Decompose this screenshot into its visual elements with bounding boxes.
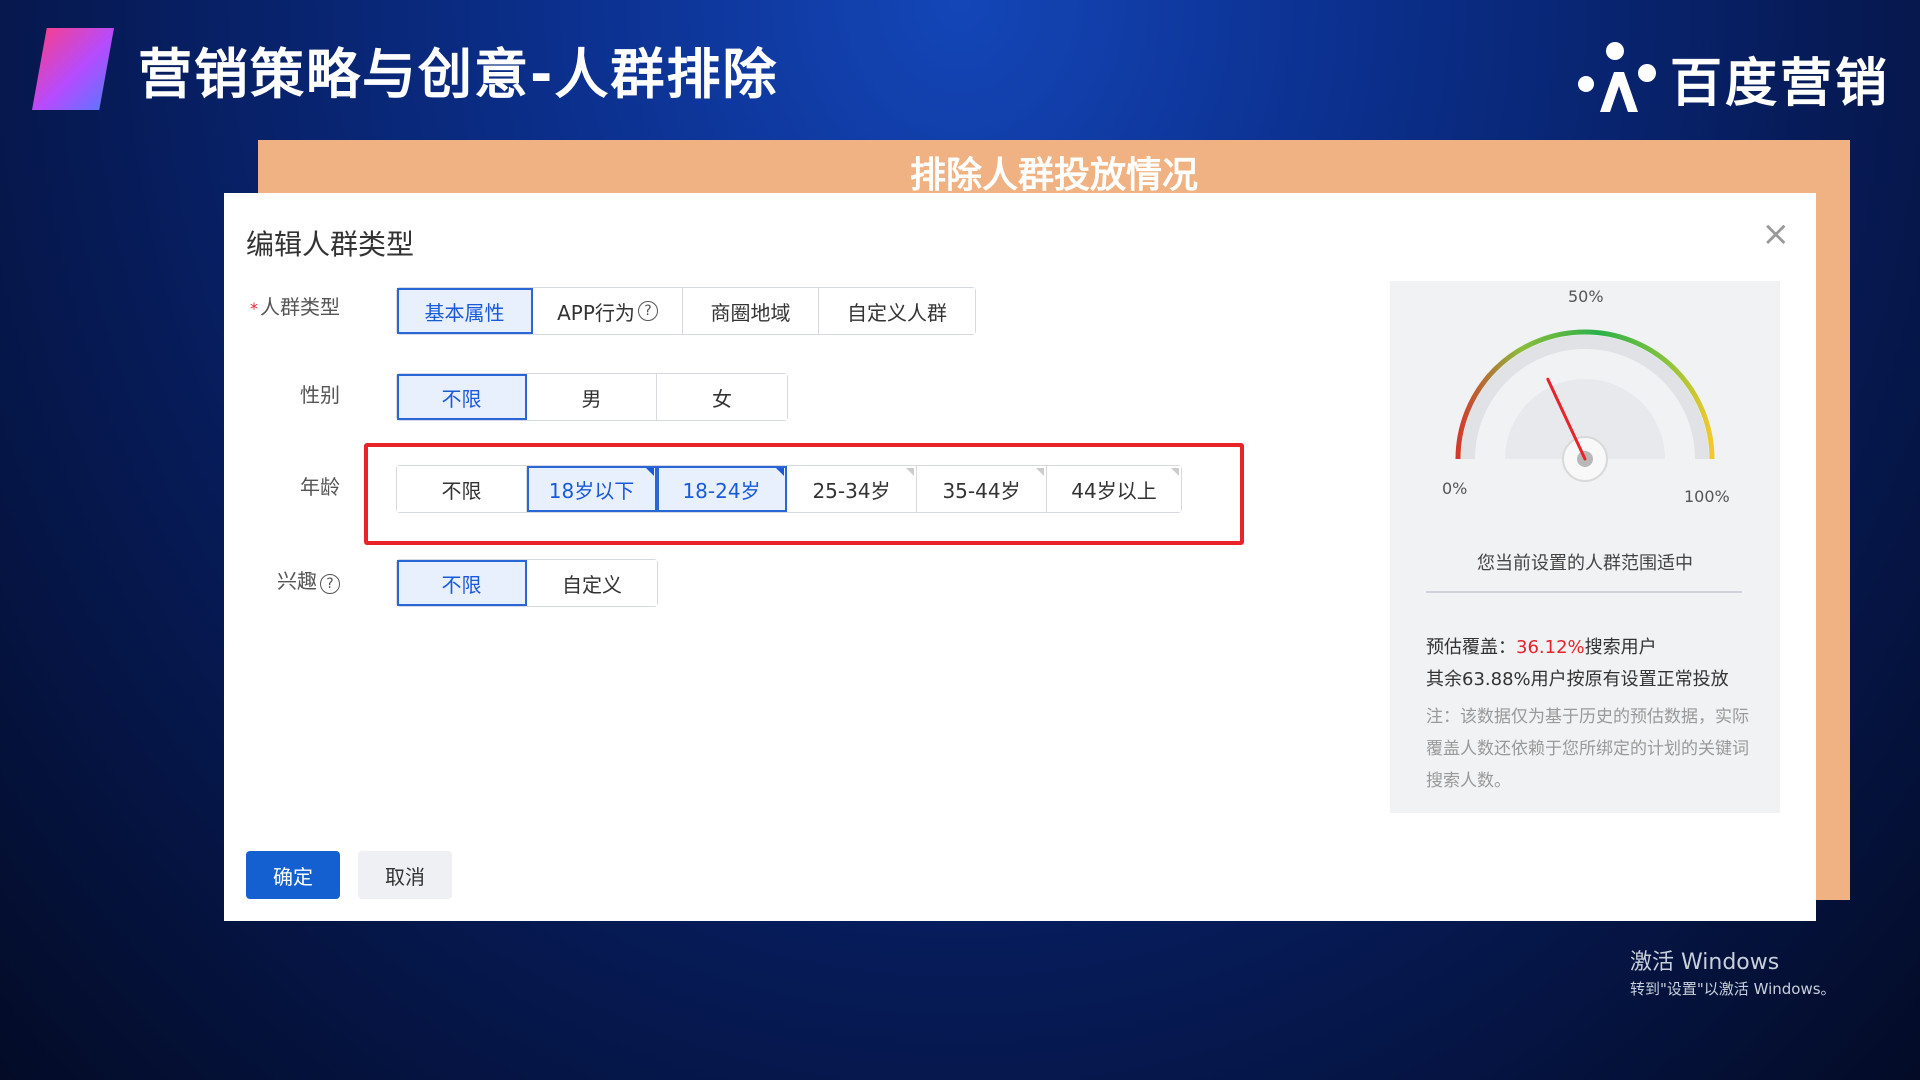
interest-label: 兴趣? — [230, 565, 340, 594]
corner-icon — [1036, 468, 1044, 476]
crowd-type-label: * 人群类型 — [250, 295, 340, 319]
corner-icon — [1171, 468, 1179, 476]
brand-logo: 百度营销 — [1576, 38, 1890, 118]
coverage-gauge: 50% 0% 100% — [1390, 281, 1780, 511]
gender-option-male[interactable]: 男 — [527, 374, 657, 420]
coverage-note: 注：该数据仅为基于历史的预估数据，实际覆盖人数还依赖于您所绑定的计划的关键词搜索… — [1426, 707, 1749, 791]
age-option-25-34[interactable]: 25-34岁 — [787, 466, 917, 512]
close-icon[interactable]: × — [1762, 217, 1791, 251]
coverage-panel: 50% 0% 100% 您当前设置的人群范围适中 预估覆盖：36.12%搜索用户… — [1390, 281, 1780, 813]
gender-segment: 不限 男 女 — [396, 373, 788, 421]
required-mark: * — [250, 299, 258, 318]
crowd-type-segment: 基本属性 APP行为? 商圈地域 自定义人群 — [396, 287, 976, 335]
selected-corner-icon — [646, 468, 654, 476]
age-segment: 不限 18岁以下 18-24岁 25-34岁 35-44岁 44岁以上 — [396, 465, 1182, 513]
gender-label: 性别 — [300, 383, 340, 407]
interest-segment: 不限 自定义 — [396, 559, 658, 607]
interest-option-custom[interactable]: 自定义 — [527, 560, 657, 606]
selected-corner-icon — [776, 468, 784, 476]
crowd-type-option-basic[interactable]: 基本属性 — [397, 288, 533, 334]
crowd-type-option-region[interactable]: 商圈地域 — [683, 288, 819, 334]
age-option-under-18[interactable]: 18岁以下 — [527, 466, 657, 512]
cancel-button[interactable]: 取消 — [358, 851, 452, 899]
age-option-any[interactable]: 不限 — [397, 466, 527, 512]
crowd-type-option-app[interactable]: APP行为? — [533, 288, 683, 334]
gauge-label-mid: 50% — [1568, 287, 1604, 306]
edit-crowd-dialog: 编辑人群类型 × * 人群类型 基本属性 APP行为? 商圈地域 自定义人群 性别… — [224, 193, 1816, 921]
corner-icon — [906, 468, 914, 476]
gender-option-female[interactable]: 女 — [657, 374, 787, 420]
age-option-35-44[interactable]: 35-44岁 — [917, 466, 1047, 512]
dialog-title: 编辑人群类型 — [246, 228, 415, 261]
interest-option-any[interactable]: 不限 — [397, 560, 527, 606]
windows-activation-watermark: 激活 Windows 转到"设置"以激活 Windows。 — [1630, 950, 1836, 998]
age-option-18-24[interactable]: 18-24岁 — [657, 466, 787, 512]
panel-divider — [1426, 591, 1742, 593]
age-label: 年龄 — [300, 475, 340, 499]
gender-option-any[interactable]: 不限 — [397, 374, 527, 420]
orange-card-title: 排除人群投放情况 — [909, 155, 1198, 196]
confirm-button[interactable]: 确定 — [246, 851, 340, 899]
crowd-type-option-custom[interactable]: 自定义人群 — [819, 288, 975, 334]
help-icon[interactable]: ? — [637, 301, 658, 321]
age-option-over-44[interactable]: 44岁以上 — [1047, 466, 1181, 512]
estimate-line: 预估覆盖：36.12%搜索用户 — [1426, 637, 1657, 658]
slide-title: 营销策略与创意-人群排除 — [138, 43, 779, 106]
baidu-paw-icon — [1576, 38, 1660, 118]
help-icon[interactable]: ? — [320, 574, 340, 594]
gauge-label-max: 100% — [1684, 487, 1730, 506]
coverage-caption: 您当前设置的人群范围适中 — [1477, 553, 1693, 574]
estimate-value: 36.12% — [1516, 637, 1585, 658]
brand-name: 百度营销 — [1669, 53, 1890, 114]
remainder-line: 其余63.88%用户按原有设置正常投放 — [1426, 669, 1729, 690]
slide-accent-shape — [32, 28, 114, 110]
gauge-label-min: 0% — [1442, 479, 1468, 498]
